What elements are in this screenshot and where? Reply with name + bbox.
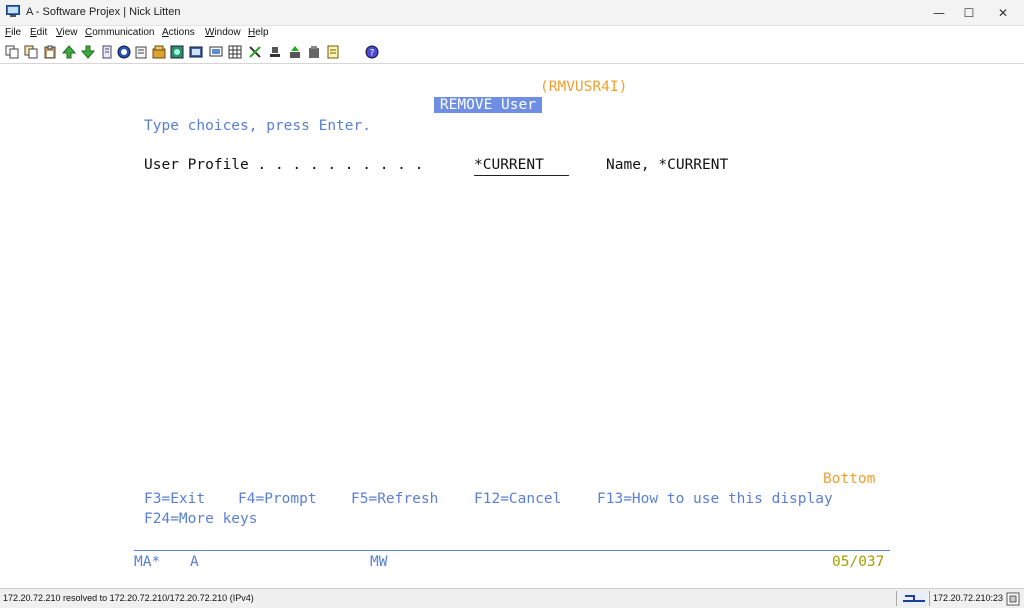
user-profile-input-underline [474,175,569,176]
fkey-f3[interactable]: F3=Exit [144,490,205,508]
title-bar: A - Software Projex | Nick Litten — ☐ ✕ [0,0,1024,26]
status-bar: 172.20.72.210 resolved to 172.20.72.210/… [0,588,1024,608]
host-address: 172.20.72.210:23 [933,593,1004,603]
session-icon[interactable] [307,45,321,59]
record-icon[interactable] [170,45,184,59]
menu-view[interactable]: View [56,27,78,38]
user-profile-label: User Profile . . . . . . . . . . [144,157,424,173]
print-icon[interactable] [100,45,114,59]
oia-workstation: MW [370,554,388,570]
fkey-f5[interactable]: F5=Refresh [351,490,438,508]
terminal-screen[interactable]: REMOVE User (RMVUSR4I) Type choices, pre… [0,64,1024,588]
oia-session: A [190,554,199,570]
status-separator [896,591,897,606]
terminal-app-icon [6,5,20,17]
oia-mode: MA* [134,554,161,570]
svg-text:?: ? [370,49,375,59]
transfer-icon[interactable] [288,45,302,59]
fkey-f13[interactable]: F13=How to use this display [597,490,833,508]
more-indicator: Bottom [823,471,876,487]
fkey-f12[interactable]: F12=Cancel [474,490,561,508]
close-button[interactable]: ✕ [986,0,1020,26]
menu-communication[interactable]: Communication [85,27,155,38]
stop-icon[interactable] [268,45,282,59]
receive-file-icon[interactable] [81,45,95,59]
resize-grip-icon[interactable] [1006,592,1020,606]
window-title: A - Software Projex | Nick Litten [26,6,181,18]
menu-help[interactable]: Help [248,27,269,38]
instructions-text: Type choices, press Enter. [144,118,371,134]
macro-icon[interactable] [152,45,166,59]
display-icon[interactable] [209,45,223,59]
status-message: 172.20.72.210 resolved to 172.20.72.210/… [3,593,254,603]
copy-append-icon[interactable] [24,45,38,59]
user-profile-hint: Name, *CURRENT [606,157,729,173]
clipboard-icon[interactable] [134,45,148,59]
menu-edit[interactable]: Edit [30,27,47,38]
menu-window[interactable]: Window [205,27,241,38]
menu-actions[interactable]: Actions [162,27,195,38]
menu-bar: File Edit View Communication Actions Win… [0,26,1024,41]
cursor-position: 05/037 [832,554,885,570]
status-separator [929,591,930,606]
oia-separator [134,550,890,551]
maximize-button[interactable]: ☐ [952,0,986,26]
keyboard-map-icon[interactable] [189,45,203,59]
copy-icon[interactable] [5,45,19,59]
send-file-icon[interactable] [62,45,76,59]
command-name: (RMVUSR4I) [540,79,628,95]
fkey-f4[interactable]: F4=Prompt [238,490,317,508]
navigator-icon[interactable] [117,45,131,59]
help-icon[interactable]: ? [365,45,379,59]
screen-title: REMOVE User [433,97,542,113]
toolbar: ? [0,41,1024,64]
settings-icon[interactable] [228,45,242,59]
play-macro-icon[interactable] [248,45,262,59]
paste-icon[interactable] [43,45,57,59]
user-profile-input[interactable]: *CURRENT [474,156,544,174]
fkey-f24[interactable]: F24=More keys [144,510,258,528]
menu-file[interactable]: File [5,27,21,38]
minimize-button[interactable]: — [922,0,956,26]
notes-icon[interactable] [326,45,340,59]
connection-status-icon [901,592,927,605]
